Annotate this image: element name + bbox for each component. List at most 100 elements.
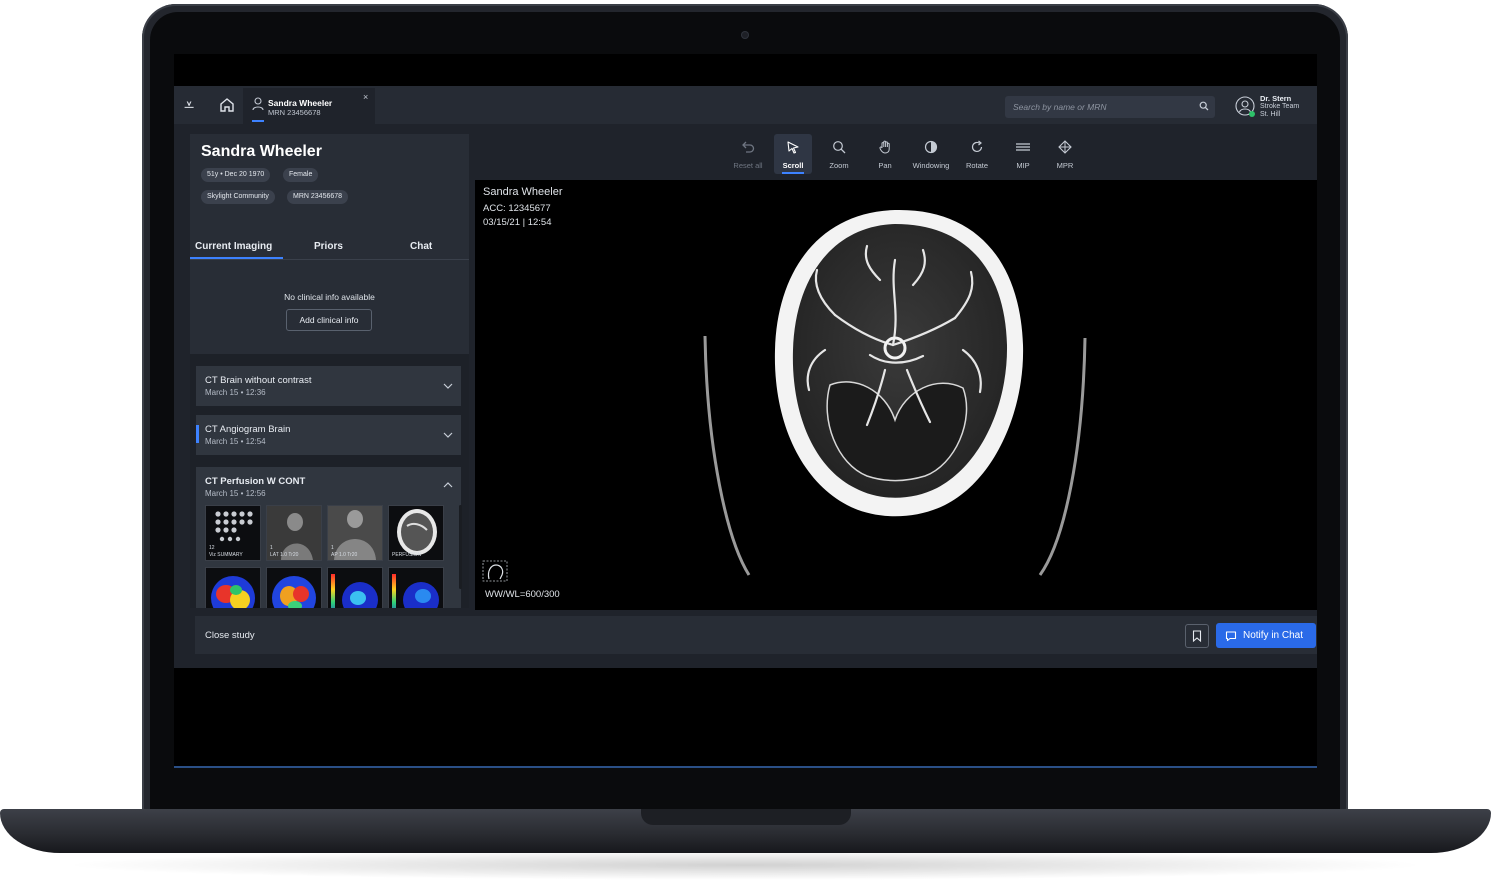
- hand-icon: [879, 140, 890, 154]
- series-thumbnail[interactable]: 12 Viz SUMMARY: [205, 505, 261, 561]
- tool-label: MPR: [1056, 161, 1074, 170]
- tab-priors[interactable]: Priors: [314, 241, 343, 252]
- patient-tab-name: Sandra Wheeler: [268, 98, 333, 108]
- add-clinical-info-button[interactable]: Add clinical info: [286, 309, 372, 331]
- patient-name: Sandra Wheeler: [201, 143, 322, 160]
- ct-angiogram-image: [482, 209, 1087, 582]
- no-clinical-info-text: No clinical info available: [284, 292, 375, 302]
- perfusion-map-thumbnail[interactable]: [388, 567, 444, 608]
- bookmark-button[interactable]: [1185, 624, 1209, 648]
- thumbnail-caption: AP 1.0 Tr20: [331, 552, 358, 558]
- study-item-ct-brain[interactable]: CT Brain without contrast March 15 • 12:…: [196, 366, 461, 406]
- thumbnail-caption: Viz SUMMARY: [209, 552, 243, 558]
- rotate-icon: [971, 140, 983, 153]
- study-list: CT Brain without contrast March 15 • 12:…: [190, 354, 469, 608]
- perfusion-map-thumbnail[interactable]: [205, 567, 261, 608]
- contrast-icon: [924, 140, 938, 154]
- user-site: St. Hill: [1260, 111, 1281, 118]
- chevron-down-icon[interactable]: [443, 382, 453, 390]
- mip-icon: [1016, 143, 1030, 151]
- study-title: CT Perfusion W CONT: [205, 476, 306, 487]
- tab-divider: [190, 259, 469, 260]
- overlay-window-level: WW/WL=600/300: [485, 589, 560, 600]
- head-orientation-icon: [482, 560, 508, 582]
- chevron-up-icon[interactable]: [443, 481, 453, 489]
- mpr-icon: [1058, 140, 1072, 154]
- app-logo[interactable]: ⩡: [184, 96, 194, 114]
- age-dob-chip: 51y • Dec 20 1970: [201, 168, 271, 182]
- overlay-accession: ACC: 12345677: [483, 203, 551, 214]
- image-viewport[interactable]: Sandra Wheeler ACC: 12345677 03/15/21 | …: [475, 180, 1317, 610]
- bookmark-icon: [1192, 630, 1202, 642]
- active-tool-indicator: [782, 172, 804, 174]
- series-thumbnail[interactable]: 1 AP 1.0 Tr20: [327, 505, 383, 561]
- online-status-dot: [1249, 111, 1255, 117]
- top-bar: ⩡ Sandra Wheeler MRN 23456678 × Search b…: [174, 86, 1317, 124]
- bottom-bar: Close study Notify in Chat: [195, 616, 1317, 654]
- close-study-button[interactable]: Close study: [205, 630, 255, 641]
- facility-chip: Skylight Community: [201, 190, 275, 204]
- thumbnail-count: 1: [331, 545, 334, 551]
- pan-tool-button[interactable]: Pan: [866, 134, 904, 174]
- app-window: ⩡ Sandra Wheeler MRN 23456678 × Search b…: [174, 86, 1317, 668]
- user-icon: [252, 97, 264, 111]
- mpr-tool-button[interactable]: MPR: [1046, 134, 1084, 174]
- screen: ⩡ Sandra Wheeler MRN 23456678 × Search b…: [174, 54, 1317, 768]
- overlay-datetime: 03/15/21 | 12:54: [483, 217, 552, 228]
- screen-edge-line: [174, 766, 1317, 768]
- search-box[interactable]: Search by name or MRN: [1005, 96, 1215, 118]
- patient-tab-mrn: MRN 23456678: [268, 108, 321, 117]
- tab-indicator: [252, 120, 264, 122]
- user-team: Stroke Team: [1260, 103, 1300, 110]
- thumbnail-scrollbar[interactable]: [459, 505, 462, 589]
- active-study-indicator: [196, 425, 199, 443]
- tab-chat[interactable]: Chat: [410, 241, 432, 252]
- laptop-shadow: [60, 850, 1430, 880]
- tab-current-imaging[interactable]: Current Imaging: [195, 241, 272, 252]
- thumbnail-count: 1: [270, 545, 273, 551]
- scroll-tool-button[interactable]: Scroll: [774, 134, 812, 174]
- webcam: [741, 31, 749, 39]
- perfusion-map-image: [331, 574, 378, 608]
- study-date: March 15 • 12:36: [205, 388, 266, 397]
- study-date: March 15 • 12:54: [205, 437, 266, 446]
- viewer-toolbar: Reset all Scroll Zoom Pan Windowing Rota…: [474, 134, 1317, 178]
- laptop-notch: [641, 809, 851, 825]
- home-icon[interactable]: [218, 96, 236, 114]
- mrn-chip: MRN 23456678: [287, 190, 349, 204]
- reset-all-button[interactable]: Reset all: [729, 134, 767, 174]
- notify-in-chat-button[interactable]: Notify in Chat: [1216, 623, 1316, 648]
- undo-icon: [742, 141, 755, 153]
- series-thumbnail[interactable]: 1 LAT 1.0 Tr20: [266, 505, 322, 561]
- study-date: March 15 • 12:56: [205, 489, 266, 498]
- perfusion-map-image: [211, 576, 255, 608]
- patient-tab[interactable]: Sandra Wheeler MRN 23456678 ×: [243, 88, 375, 124]
- study-title: CT Brain without contrast: [205, 375, 312, 386]
- study-title: CT Angiogram Brain: [205, 424, 291, 435]
- study-item-ct-perfusion[interactable]: CT Perfusion W CONT March 15 • 12:56 12 …: [196, 467, 462, 608]
- sex-chip: Female: [283, 168, 319, 182]
- series-thumbnail[interactable]: PERFUSION: [388, 505, 444, 561]
- search-input[interactable]: Search by name or MRN: [1013, 102, 1107, 112]
- thumbnail-count: 12: [209, 545, 215, 551]
- chevron-down-icon[interactable]: [443, 431, 453, 439]
- zoom-tool-button[interactable]: Zoom: [820, 134, 858, 174]
- thumbnail-caption: LAT 1.0 Tr20: [270, 552, 299, 558]
- study-item-ct-angiogram[interactable]: CT Angiogram Brain March 15 • 12:54: [196, 415, 461, 455]
- zoom-icon: [833, 141, 846, 154]
- rotate-tool-button[interactable]: Rotate: [958, 134, 996, 174]
- windowing-tool-button[interactable]: Windowing: [912, 134, 950, 174]
- search-icon[interactable]: [1199, 101, 1209, 111]
- perfusion-map-thumbnail[interactable]: [327, 567, 383, 608]
- notify-label: Notify in Chat: [1243, 630, 1304, 641]
- user-name: Dr. Stern: [1260, 94, 1292, 103]
- close-tab-icon[interactable]: ×: [363, 92, 368, 102]
- thumbnail-caption: PERFUSION: [392, 552, 422, 558]
- cursor-icon: [787, 141, 799, 154]
- overlay-patient-name: Sandra Wheeler: [483, 186, 563, 198]
- perfusion-map-thumbnail[interactable]: [266, 567, 322, 608]
- patient-panel: Sandra Wheeler 51y • Dec 20 1970 Female …: [190, 134, 469, 608]
- perfusion-map-image: [272, 576, 316, 608]
- chat-icon: [1225, 631, 1237, 642]
- perfusion-map-image: [392, 574, 439, 608]
